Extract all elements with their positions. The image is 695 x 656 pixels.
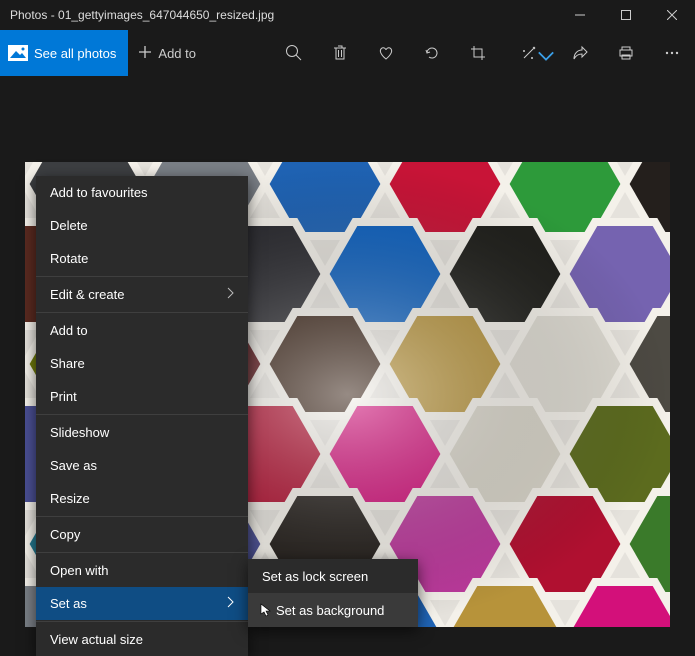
trash-icon bbox=[331, 44, 349, 62]
share-icon bbox=[571, 44, 589, 62]
zoom-icon bbox=[285, 44, 303, 62]
ctx-label: Rotate bbox=[50, 251, 88, 266]
toolbar: See all photos Add to bbox=[0, 30, 695, 76]
edit-dropdown-button[interactable] bbox=[501, 30, 557, 76]
ctx-add-to[interactable]: Add to bbox=[36, 314, 248, 347]
ctx-resize[interactable]: Resize bbox=[36, 482, 248, 515]
maximize-icon bbox=[621, 10, 631, 20]
ctx-label: View actual size bbox=[50, 632, 143, 647]
ctx-save-as[interactable]: Save as bbox=[36, 449, 248, 482]
ctx-label: Slideshow bbox=[50, 425, 109, 440]
minimize-icon bbox=[575, 10, 585, 20]
add-to-button[interactable]: Add to bbox=[128, 30, 210, 76]
ctx-label: Share bbox=[50, 356, 85, 371]
photo-icon bbox=[8, 45, 28, 61]
separator bbox=[36, 516, 248, 517]
crop-button[interactable] bbox=[455, 30, 501, 76]
ctx-label: Copy bbox=[50, 527, 80, 542]
chevron-down-icon bbox=[537, 47, 555, 70]
crop-icon bbox=[469, 44, 487, 62]
ctx-open-with[interactable]: Open with bbox=[36, 554, 248, 587]
toolbar-icons bbox=[271, 30, 695, 76]
ctx-edit-create[interactable]: Edit & create bbox=[36, 278, 248, 311]
zoom-button[interactable] bbox=[271, 30, 317, 76]
sub-lock-screen[interactable]: Set as lock screen bbox=[248, 559, 418, 593]
separator bbox=[36, 552, 248, 553]
window-title: Photos - 01_gettyimages_647044650_resize… bbox=[0, 8, 274, 22]
cursor-icon bbox=[260, 603, 272, 620]
ctx-label: Edit & create bbox=[50, 287, 124, 302]
photos-window: Photos - 01_gettyimages_647044650_resize… bbox=[0, 0, 695, 627]
share-button[interactable] bbox=[557, 30, 603, 76]
ctx-label: Add to favourites bbox=[50, 185, 148, 200]
magic-icon bbox=[520, 44, 538, 62]
ctx-print[interactable]: Print bbox=[36, 380, 248, 413]
add-to-label: Add to bbox=[158, 46, 196, 61]
delete-button[interactable] bbox=[317, 30, 363, 76]
ctx-label: Set as bbox=[50, 596, 87, 611]
ctx-view-actual-size[interactable]: View actual size bbox=[36, 623, 248, 656]
close-button[interactable] bbox=[649, 0, 695, 30]
ctx-label: Add to bbox=[50, 323, 88, 338]
more-icon bbox=[663, 44, 681, 62]
heart-icon bbox=[377, 44, 395, 62]
chevron-right-icon bbox=[226, 596, 234, 611]
separator bbox=[36, 312, 248, 313]
see-all-label: See all photos bbox=[34, 46, 116, 61]
sub-background[interactable]: Set as background bbox=[248, 593, 418, 627]
titlebar[interactable]: Photos - 01_gettyimages_647044650_resize… bbox=[0, 0, 695, 30]
ctx-delete[interactable]: Delete bbox=[36, 209, 248, 242]
context-menu: Add to favourites Delete Rotate Edit & c… bbox=[36, 176, 248, 656]
set-as-submenu: Set as lock screen Set as background bbox=[248, 559, 418, 627]
separator bbox=[36, 414, 248, 415]
maximize-button[interactable] bbox=[603, 0, 649, 30]
rotate-icon bbox=[423, 44, 441, 62]
ctx-rotate[interactable]: Rotate bbox=[36, 242, 248, 275]
sub-label: Set as background bbox=[262, 603, 384, 618]
see-all-photos-button[interactable]: See all photos bbox=[0, 30, 128, 76]
rotate-button[interactable] bbox=[409, 30, 455, 76]
ctx-copy[interactable]: Copy bbox=[36, 518, 248, 551]
chevron-right-icon bbox=[226, 287, 234, 302]
minimize-button[interactable] bbox=[557, 0, 603, 30]
ctx-label: Delete bbox=[50, 218, 88, 233]
close-icon bbox=[667, 10, 677, 20]
ctx-slideshow[interactable]: Slideshow bbox=[36, 416, 248, 449]
ctx-label: Save as bbox=[50, 458, 97, 473]
favourite-button[interactable] bbox=[363, 30, 409, 76]
ctx-label: Open with bbox=[50, 563, 109, 578]
ctx-add-favourites[interactable]: Add to favourites bbox=[36, 176, 248, 209]
separator bbox=[36, 276, 248, 277]
ctx-label: Resize bbox=[50, 491, 90, 506]
print-button[interactable] bbox=[603, 30, 649, 76]
separator bbox=[36, 621, 248, 622]
print-icon bbox=[617, 44, 635, 62]
more-button[interactable] bbox=[649, 30, 695, 76]
ctx-share[interactable]: Share bbox=[36, 347, 248, 380]
plus-icon bbox=[138, 45, 152, 62]
ctx-label: Print bbox=[50, 389, 77, 404]
sub-label: Set as lock screen bbox=[262, 569, 368, 584]
ctx-set-as[interactable]: Set as bbox=[36, 587, 248, 620]
